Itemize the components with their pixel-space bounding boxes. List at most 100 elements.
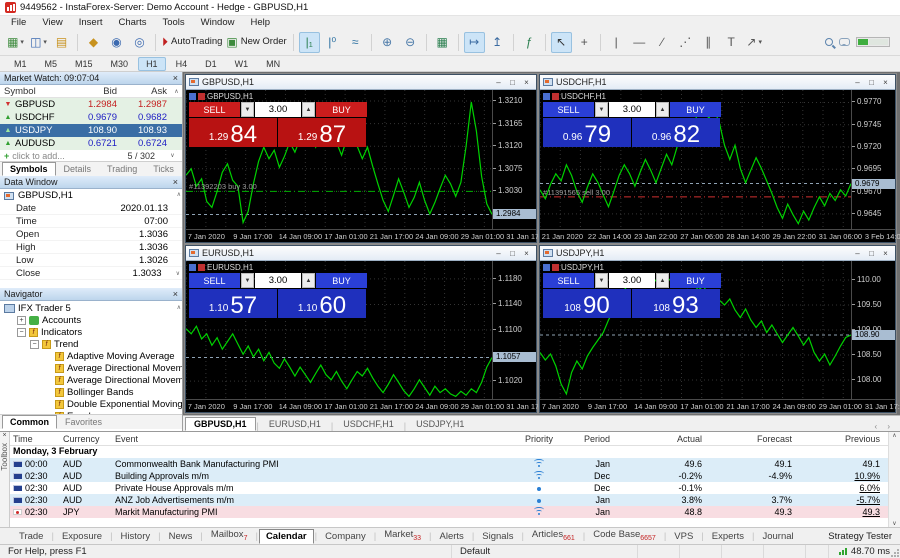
chart-plot[interactable]: GBPUSD,H1 SELL ▼ 3.00 ▲ BUY 1.29 84 1.29 87 #11392… (186, 90, 492, 229)
timeframe-h1[interactable]: H1 (138, 56, 166, 71)
market-watch-row-gbpusd[interactable]: ▼ GBPUSD 1.2984 1.2987 (0, 98, 182, 111)
minimize-button[interactable]: – (851, 77, 864, 88)
collapse-icon[interactable]: − (17, 327, 26, 337)
text-label-button[interactable]: T (721, 32, 742, 53)
tree-item[interactable]: f Bollinger Bands (0, 386, 182, 398)
column-event[interactable]: Event (112, 434, 510, 444)
toolbox-tab-alerts[interactable]: Alerts (433, 529, 471, 544)
volume-field[interactable]: 3.00 (609, 102, 655, 117)
tab-ticks[interactable]: Ticks (145, 162, 182, 176)
autotrading-button[interactable]: ⏵ AutoTrading (161, 32, 223, 53)
sell-price-button[interactable]: 108 90 (543, 289, 631, 318)
sell-price-button[interactable]: 0.96 79 (543, 118, 631, 147)
zoom-in-button[interactable]: ⊕ (377, 32, 398, 53)
toolbox-tab-mailbox[interactable]: Mailbox7 (204, 527, 255, 544)
calendar-row[interactable]: 02:30 AUD Building Approvals m/m Dec -0.2% -4… (10, 470, 888, 482)
timeframe-d1[interactable]: D1 (197, 57, 225, 71)
sell-button[interactable]: SELL (543, 273, 594, 288)
status-profile[interactable]: Default (452, 545, 638, 558)
chart-shift-button[interactable]: ↥ (487, 32, 508, 53)
signals-button[interactable]: ◎ (129, 32, 150, 53)
volume-up-button[interactable]: ▲ (302, 102, 315, 117)
event-previous[interactable]: -5.7% (800, 495, 888, 505)
market-watch-toggle-button[interactable]: ▤ (51, 32, 72, 53)
chart-window-titlebar[interactable]: USDJPY,H1 – □ × (540, 246, 895, 261)
volume-down-button[interactable]: ▼ (241, 102, 254, 117)
timeframe-w1[interactable]: W1 (227, 57, 257, 71)
chart-plot[interactable]: EURUSD,H1 SELL ▼ 3.00 ▲ BUY 1.10 57 1.10 60 (186, 261, 492, 399)
toolbox-tab-trade[interactable]: Trade (12, 529, 50, 544)
sell-button[interactable]: SELL (543, 102, 594, 117)
menu-item-window[interactable]: Window (193, 16, 243, 29)
toolbox-tab-journal[interactable]: Journal (755, 529, 800, 544)
toolbox-tab-vps[interactable]: VPS (667, 529, 700, 544)
new-chart-button[interactable]: ▦ ▾ (5, 32, 26, 53)
buy-button[interactable]: BUY (316, 273, 367, 288)
arrows-button[interactable]: ↗ ▾ (744, 32, 765, 53)
column-currency[interactable]: Currency (60, 434, 112, 444)
timeframe-m30[interactable]: M30 (103, 57, 137, 71)
volume-field[interactable]: 3.00 (255, 273, 301, 288)
indicators-button[interactable]: ƒ (519, 32, 540, 53)
toolbox-close-icon[interactable]: × (0, 432, 9, 439)
volume-field[interactable]: 3.00 (609, 273, 655, 288)
market-watch-row-usdjpy[interactable]: ▲ USDJPY 108.90 108.93 (0, 124, 182, 137)
chart-window-titlebar[interactable]: USDCHF,H1 – □ × (540, 75, 895, 90)
volume-down-button[interactable]: ▼ (595, 102, 608, 117)
tab-favorites[interactable]: Favorites (57, 415, 110, 429)
tree-item[interactable]: − f Indicators (0, 326, 182, 338)
chat-icon[interactable] (839, 38, 850, 46)
volume-field[interactable]: 3.00 (255, 102, 301, 117)
crosshair-button[interactable]: + (574, 32, 595, 53)
candlestick-chart-button[interactable]: |⁰ (322, 32, 343, 53)
toolbox-tab-signals[interactable]: Signals (475, 529, 520, 544)
close-button[interactable]: × (520, 77, 533, 88)
tree-item[interactable]: fAverage Directional Movement (0, 362, 182, 374)
timeframe-m15[interactable]: M15 (67, 57, 101, 71)
sell-price-button[interactable]: 1.10 57 (189, 289, 277, 318)
tree-item[interactable]: − f Trend (0, 338, 182, 350)
calendar-row[interactable]: 02:30 AUD ANZ Job Advertisements m/m Jan 3.8… (10, 494, 888, 506)
minimize-button[interactable]: – (492, 77, 505, 88)
chart-tab-eurusd-h1[interactable]: EURUSD,H1 (260, 417, 330, 431)
volume-up-button[interactable]: ▲ (656, 102, 669, 117)
buy-price-button[interactable]: 1.10 60 (278, 289, 366, 318)
column-period[interactable]: Period (568, 434, 618, 444)
sell-button[interactable]: SELL (189, 102, 240, 117)
tab-symbols[interactable]: Symbols (2, 162, 56, 176)
event-previous[interactable]: 49.3 (800, 507, 888, 517)
data-window-symbol-row[interactable]: GBPUSD,H1 ∧ (0, 189, 182, 202)
toolbox-tab-history[interactable]: History (114, 529, 158, 544)
calendar-row[interactable]: 00:00 AUD Commonwealth Bank Manufacturing … (10, 458, 888, 470)
strategy-tester-label[interactable]: Strategy Tester (828, 531, 892, 544)
connection-status-indicator[interactable] (856, 37, 890, 47)
buy-button[interactable]: BUY (670, 273, 721, 288)
scroll-up-icon[interactable]: ∧ (171, 88, 182, 95)
menu-item-file[interactable]: File (3, 16, 34, 29)
sell-price-button[interactable]: 1.29 84 (189, 118, 277, 147)
volume-up-button[interactable]: ▲ (302, 273, 315, 288)
chart-window-titlebar[interactable]: EURUSD,H1 – □ × (186, 246, 536, 261)
timeframe-h4[interactable]: H4 (168, 57, 196, 71)
market-watch-row-audusd[interactable]: ▲ AUDUSD 0.6721 0.6724 (0, 137, 182, 150)
menu-item-view[interactable]: View (34, 16, 70, 29)
timeframe-mn[interactable]: MN (258, 57, 288, 71)
scroll-down-icon[interactable]: ∨ (167, 152, 178, 159)
market-watch-add-row[interactable]: + click to add... 5 / 302 ∨ (0, 150, 182, 161)
tree-item[interactable]: IFX Trader 5 (0, 302, 182, 314)
maximize-button[interactable]: □ (865, 77, 878, 88)
tile-windows-button[interactable]: ▦ (432, 32, 453, 53)
chart-window-titlebar[interactable]: GBPUSD,H1 – □ × (186, 75, 536, 90)
collapse-icon[interactable]: − (30, 339, 39, 349)
column-previous[interactable]: Previous (800, 434, 888, 444)
column-forecast[interactable]: Forecast (710, 434, 800, 444)
profiles-button[interactable]: ◫ ▾ (28, 32, 49, 53)
tree-item[interactable]: fDouble Exponential Moving Av (0, 398, 182, 410)
close-button[interactable]: × (879, 77, 892, 88)
event-previous[interactable]: 10.9% (800, 471, 888, 481)
maximize-button[interactable]: □ (506, 248, 519, 259)
column-ask[interactable]: Ask (121, 86, 171, 97)
tab-scroll-arrows[interactable]: ‹ › (874, 422, 900, 431)
scroll-up-icon[interactable]: ∧ (177, 304, 181, 311)
column-symbol[interactable]: Symbol (0, 86, 71, 97)
